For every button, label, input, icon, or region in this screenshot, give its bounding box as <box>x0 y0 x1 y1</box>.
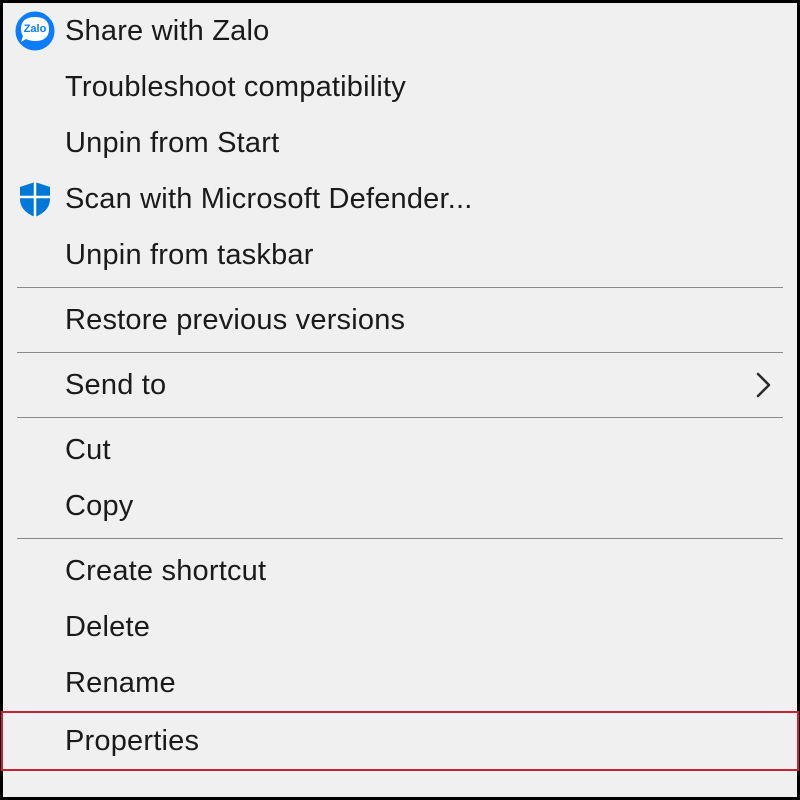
menu-item-cut[interactable]: Cut <box>3 422 797 478</box>
menu-item-delete[interactable]: Delete <box>3 599 797 655</box>
defender-shield-icon <box>15 179 65 219</box>
menu-item-label: Unpin from taskbar <box>65 239 779 272</box>
menu-separator <box>17 417 783 418</box>
submenu-arrow-icon <box>749 371 779 399</box>
menu-item-label: Cut <box>65 434 779 467</box>
menu-item-restore-versions[interactable]: Restore previous versions <box>3 292 797 348</box>
context-menu: Zalo Share with Zalo Troubleshoot compat… <box>0 0 800 800</box>
menu-item-copy[interactable]: Copy <box>3 478 797 534</box>
menu-item-label: Copy <box>65 490 779 523</box>
menu-item-scan-defender[interactable]: Scan with Microsoft Defender... <box>3 171 797 227</box>
menu-item-label: Delete <box>65 611 779 644</box>
menu-item-send-to[interactable]: Send to <box>3 357 797 413</box>
menu-item-unpin-start[interactable]: Unpin from Start <box>3 115 797 171</box>
menu-item-label: Troubleshoot compatibility <box>65 71 779 104</box>
menu-separator <box>17 287 783 288</box>
menu-separator <box>17 538 783 539</box>
svg-text:Zalo: Zalo <box>24 23 47 35</box>
menu-item-share-zalo[interactable]: Zalo Share with Zalo <box>3 3 797 59</box>
menu-item-label: Send to <box>65 369 749 402</box>
menu-item-label: Rename <box>65 667 779 700</box>
menu-item-create-shortcut[interactable]: Create shortcut <box>3 543 797 599</box>
menu-item-rename[interactable]: Rename <box>3 655 797 711</box>
menu-item-label: Share with Zalo <box>65 15 779 48</box>
menu-item-label: Restore previous versions <box>65 304 779 337</box>
menu-separator <box>17 352 783 353</box>
menu-item-label: Properties <box>65 725 779 758</box>
menu-item-label: Unpin from Start <box>65 127 779 160</box>
menu-item-label: Create shortcut <box>65 555 779 588</box>
menu-item-label: Scan with Microsoft Defender... <box>65 183 779 216</box>
menu-item-troubleshoot[interactable]: Troubleshoot compatibility <box>3 59 797 115</box>
menu-item-properties[interactable]: Properties <box>1 711 799 771</box>
menu-item-unpin-taskbar[interactable]: Unpin from taskbar <box>3 227 797 283</box>
zalo-icon: Zalo <box>15 11 65 51</box>
